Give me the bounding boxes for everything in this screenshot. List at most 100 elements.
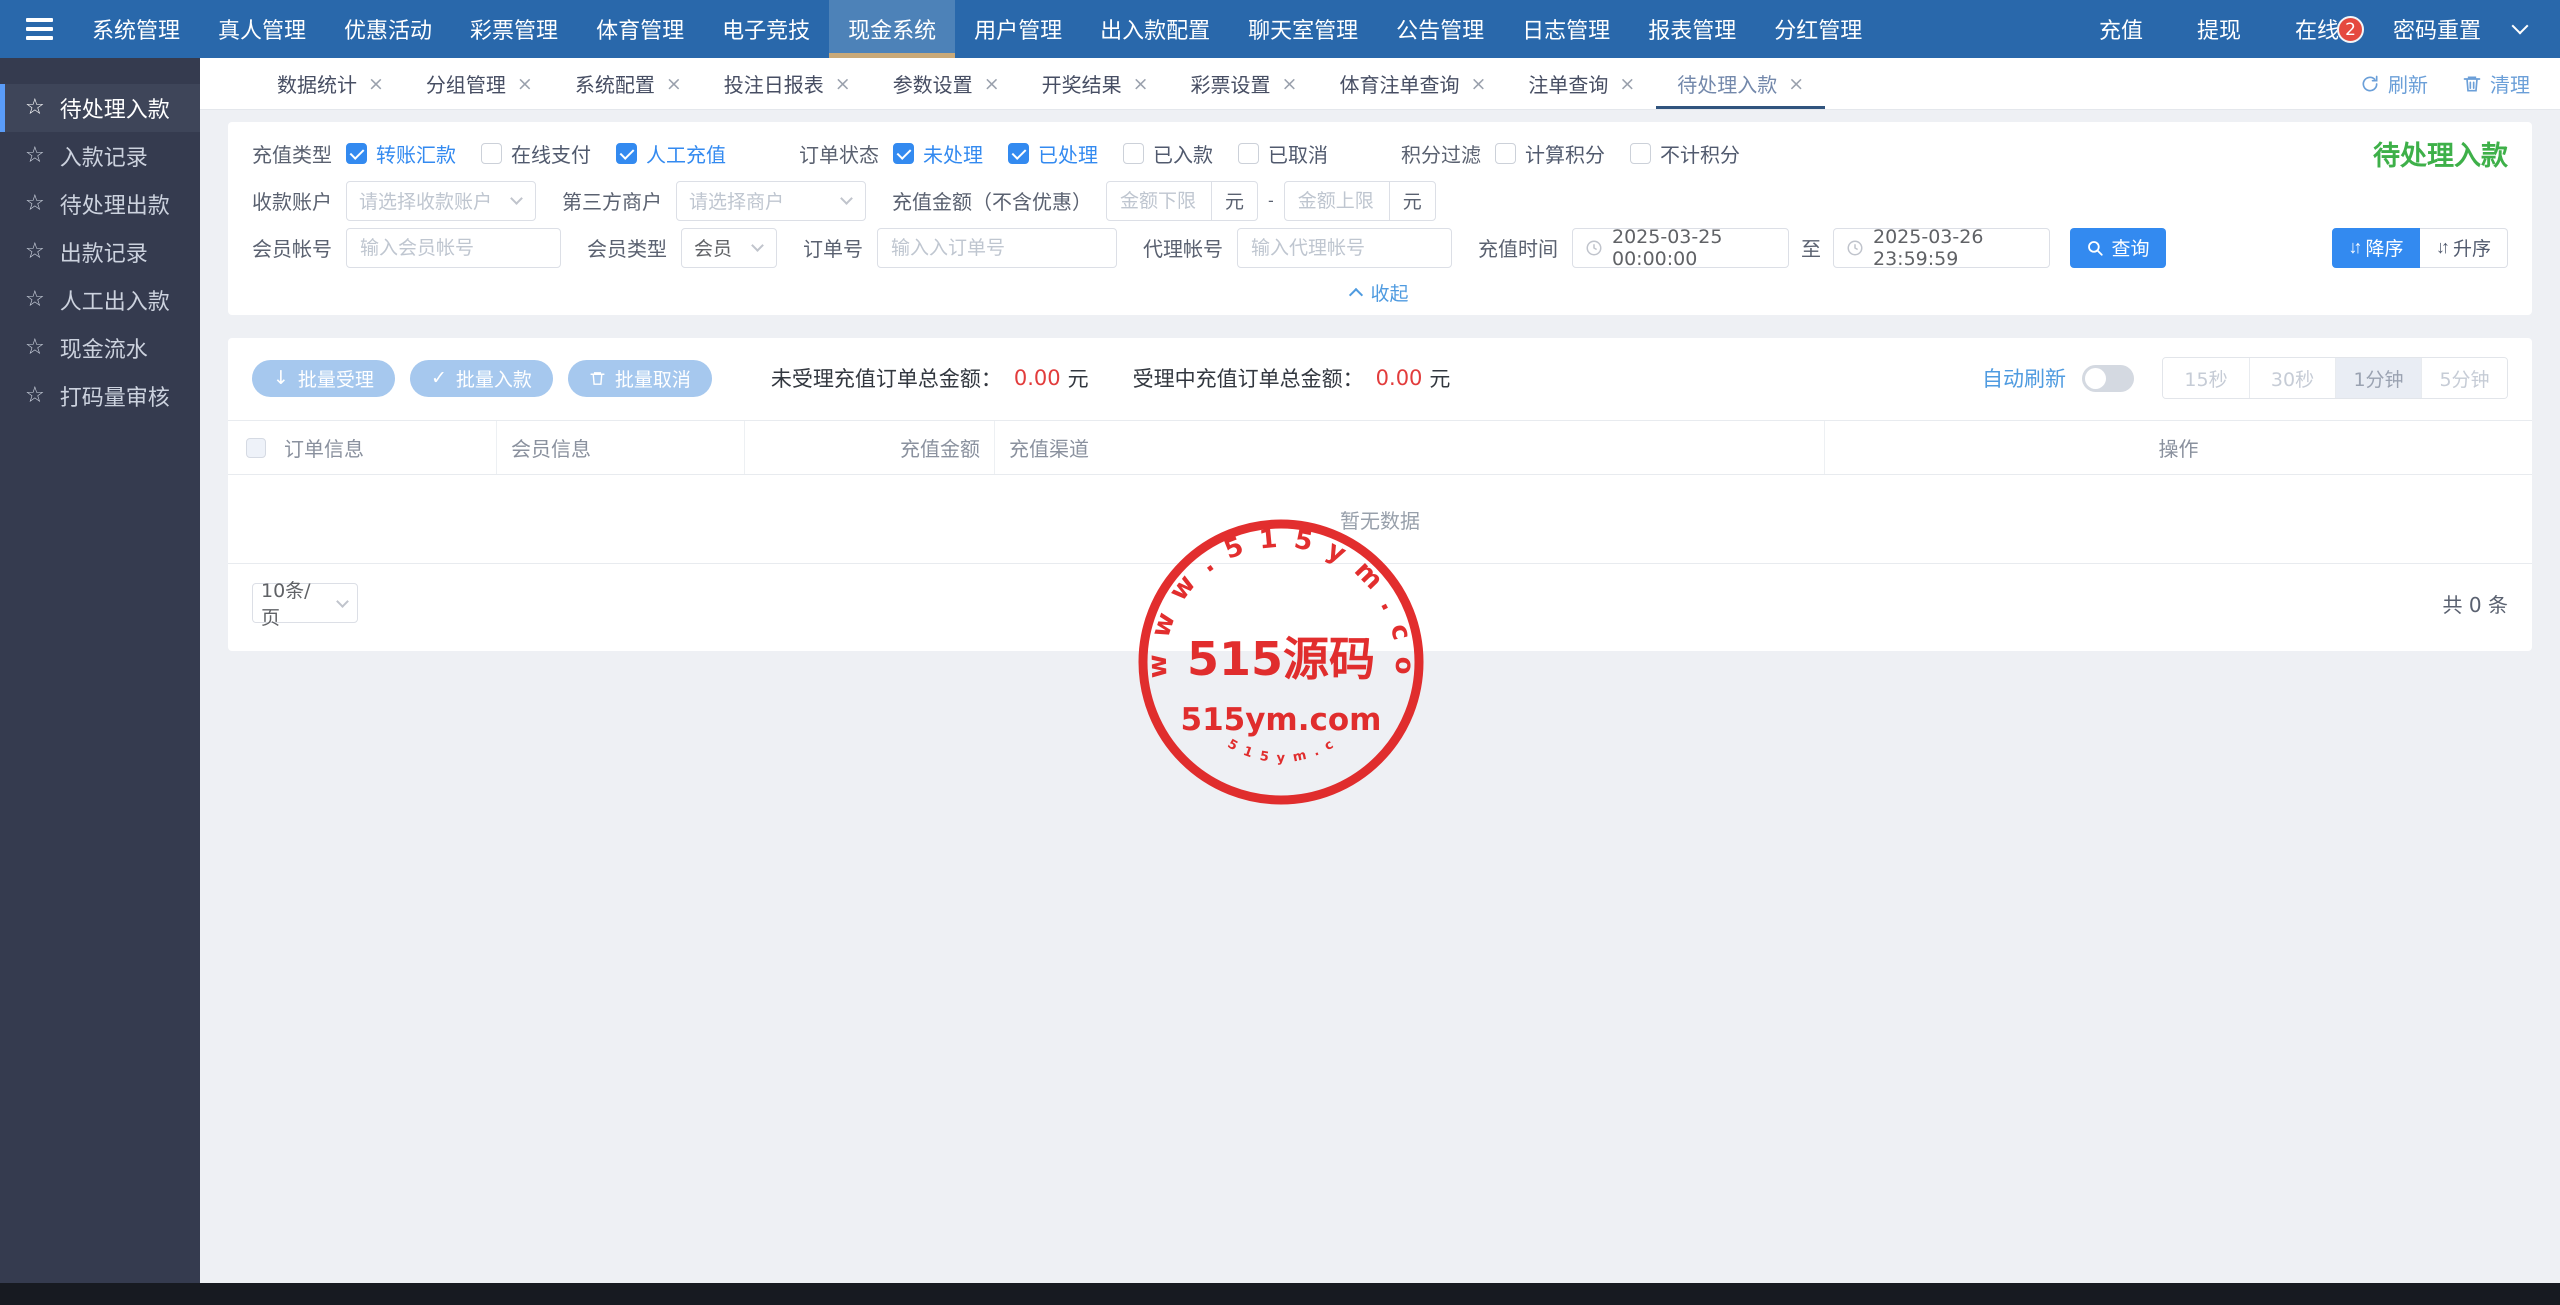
checkbox-deposited[interactable]: 已入款 (1123, 139, 1213, 168)
nav-item-system[interactable]: 系统管理 (73, 0, 199, 58)
search-button[interactable]: 查询 (2070, 228, 2166, 268)
sidebar-item-withdrawal-records[interactable]: ☆ 出款记录 (0, 228, 200, 276)
order-no-field[interactable] (877, 228, 1117, 268)
nav-item-reports[interactable]: 报表管理 (1629, 0, 1755, 58)
close-icon[interactable]: × (666, 73, 682, 95)
close-icon[interactable]: × (1133, 73, 1149, 95)
member-account-field[interactable] (346, 228, 561, 268)
nav-item-esports[interactable]: 电子竞技 (703, 0, 829, 58)
auto-refresh-toggle[interactable] (2082, 365, 2134, 392)
clean-button[interactable]: 清理 (2462, 69, 2530, 98)
nav-item-announce[interactable]: 公告管理 (1377, 0, 1503, 58)
sidebar-item-cash-flow[interactable]: ☆ 现金流水 (0, 324, 200, 372)
member-type-select[interactable]: 会员 (681, 228, 777, 268)
sidebar-item-pending-withdrawals[interactable]: ☆ 待处理出款 (0, 180, 200, 228)
close-icon[interactable]: × (517, 73, 533, 95)
close-icon[interactable]: × (1470, 73, 1486, 95)
close-icon[interactable]: × (1788, 73, 1804, 95)
nav-item-promo[interactable]: 优惠活动 (325, 0, 451, 58)
password-reset-link[interactable]: 密码重置 (2366, 13, 2508, 45)
clock-icon (1585, 239, 1603, 257)
nav-item-payment-config[interactable]: 出入款配置 (1081, 0, 1229, 58)
checkbox-count-points[interactable]: 计算积分 (1495, 139, 1605, 168)
sidebar-item-pending-deposits[interactable]: ☆ 待处理入款 (0, 84, 200, 132)
chevron-down-icon[interactable] (2512, 18, 2529, 35)
sort-desc-button[interactable]: ↓↑ 降序 (2332, 228, 2420, 268)
collapse-toggle[interactable]: 收起 (252, 271, 2508, 313)
nav-item-users[interactable]: 用户管理 (955, 0, 1081, 58)
interval-button-group: 15秒 30秒 1分钟 5分钟 (2162, 357, 2508, 399)
amount-max-field[interactable]: 元 (1284, 181, 1436, 221)
agent-account-field[interactable] (1237, 228, 1452, 268)
agent-account-input[interactable] (1238, 237, 1451, 259)
select-all-checkbox[interactable] (246, 438, 266, 458)
sidebar-item-deposit-records[interactable]: ☆ 入款记录 (0, 132, 200, 180)
nav-item-logs[interactable]: 日志管理 (1503, 0, 1629, 58)
sort-arrows-icon: ↓↑ (2436, 237, 2446, 258)
order-no-input[interactable] (878, 237, 1116, 259)
checkbox-icon (1123, 143, 1144, 164)
checkbox-online-payment[interactable]: 在线支付 (481, 139, 591, 168)
nav-item-live[interactable]: 真人管理 (199, 0, 325, 58)
nav-item-cash-system[interactable]: 现金系统 (829, 0, 955, 58)
tab-bet-query[interactable]: 注单查询× (1507, 58, 1656, 109)
sort-asc-button[interactable]: ↓↑ 升序 (2420, 228, 2508, 268)
checkbox-no-points[interactable]: 不计积分 (1630, 139, 1740, 168)
tab-draw-results[interactable]: 开奖结果× (1021, 58, 1170, 109)
batch-cancel-button[interactable]: 批量取消 (568, 360, 712, 397)
refresh-label: 刷新 (2388, 69, 2428, 98)
tab-label: 参数设置 (893, 69, 973, 98)
auto-refresh-label: 自动刷新 (1982, 363, 2066, 393)
close-icon[interactable]: × (984, 73, 1000, 95)
tab-pending-deposits[interactable]: 待处理入款× (1656, 58, 1825, 109)
refresh-button[interactable]: 刷新 (2360, 69, 2428, 98)
recharge-link[interactable]: 充值 (2072, 13, 2170, 45)
hamburger-menu-icon[interactable] (0, 13, 73, 45)
checkbox-cancelled[interactable]: 已取消 (1238, 139, 1328, 168)
amount-min-field[interactable]: 元 (1106, 181, 1258, 221)
empty-state: 暂无数据 (228, 475, 2532, 564)
star-icon: ☆ (25, 385, 45, 407)
interval-1min-button[interactable]: 1分钟 (2335, 358, 2421, 398)
star-icon: ☆ (25, 193, 45, 215)
tab-system-config[interactable]: 系统配置× (554, 58, 703, 109)
checkbox-unprocessed[interactable]: 未处理 (893, 139, 983, 168)
tab-sports-bet-query[interactable]: 体育注单查询× (1318, 58, 1507, 109)
nav-item-sports[interactable]: 体育管理 (577, 0, 703, 58)
interval-5min-button[interactable]: 5分钟 (2421, 358, 2507, 398)
tab-label: 分组管理 (426, 69, 506, 98)
sidebar-item-turnover-audit[interactable]: ☆ 打码量审核 (0, 372, 200, 420)
nav-item-dividends[interactable]: 分红管理 (1755, 0, 1881, 58)
close-icon[interactable]: × (835, 73, 851, 95)
amount-min-input[interactable] (1107, 190, 1211, 212)
checkbox-label: 在线支付 (511, 139, 591, 168)
interval-15s-button[interactable]: 15秒 (2163, 358, 2249, 398)
member-account-input[interactable] (347, 237, 560, 259)
interval-30s-button[interactable]: 30秒 (2249, 358, 2335, 398)
page-size-select[interactable]: 10条/页 (252, 583, 358, 623)
amount-max-input[interactable] (1285, 190, 1389, 212)
withdraw-link[interactable]: 提现 (2170, 13, 2268, 45)
trash-icon (2462, 74, 2482, 94)
date-to-picker[interactable]: 2025-03-26 23:59:59 (1833, 228, 2050, 268)
checkbox-processed[interactable]: 已处理 (1008, 139, 1098, 168)
tab-bet-daily-report[interactable]: 投注日报表× (703, 58, 872, 109)
payee-account-select[interactable]: 请选择收款账户 (346, 181, 536, 221)
nav-item-lottery[interactable]: 彩票管理 (451, 0, 577, 58)
batch-accept-button[interactable]: ↓ 批量受理 (252, 360, 395, 397)
sidebar-item-manual-inout[interactable]: ☆ 人工出入款 (0, 276, 200, 324)
tab-data-stats[interactable]: 数据统计× (256, 58, 405, 109)
checkbox-manual-recharge[interactable]: 人工充值 (616, 139, 726, 168)
online-link[interactable]: 在线 2 (2268, 13, 2366, 45)
date-from-picker[interactable]: 2025-03-25 00:00:00 (1572, 228, 1789, 268)
checkbox-transfer-remittance[interactable]: 转账汇款 (346, 139, 456, 168)
nav-item-chatroom[interactable]: 聊天室管理 (1229, 0, 1377, 58)
close-icon[interactable]: × (1282, 73, 1298, 95)
tab-lottery-settings[interactable]: 彩票设置× (1170, 58, 1319, 109)
tab-group-mgmt[interactable]: 分组管理 × (405, 58, 554, 109)
close-icon[interactable]: × (1619, 73, 1635, 95)
tab-params[interactable]: 参数设置 × (872, 58, 1021, 109)
batch-deposit-button[interactable]: ✓ 批量入款 (410, 360, 553, 397)
close-icon[interactable]: × (368, 73, 384, 95)
third-party-select[interactable]: 请选择商户 (676, 181, 866, 221)
